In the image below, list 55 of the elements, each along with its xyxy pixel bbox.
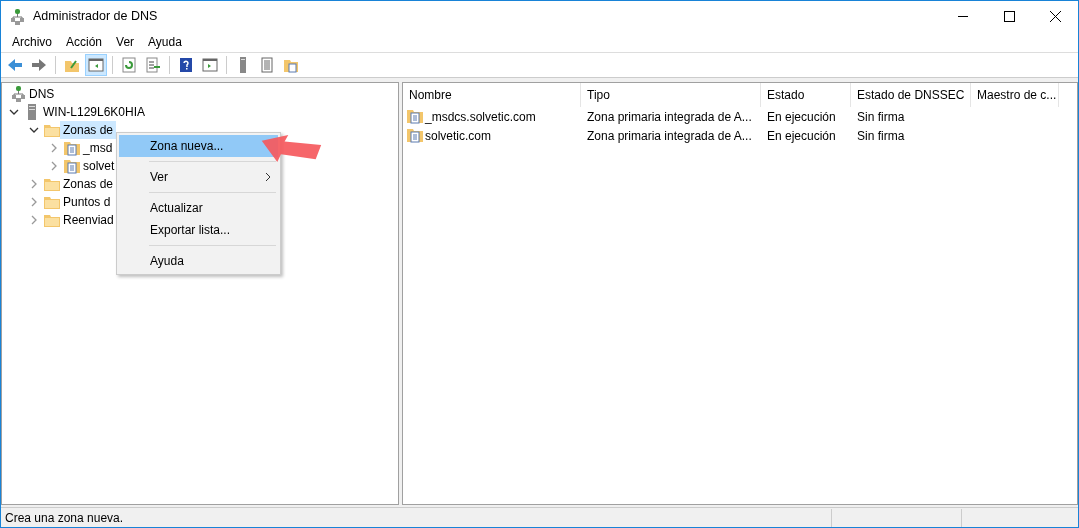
zone-icon — [407, 107, 425, 126]
table-cell-text: solvetic.com — [425, 127, 492, 145]
menu-item[interactable]: Actualizar — [119, 197, 278, 219]
action-pane-icon — [202, 57, 218, 73]
console-tree-icon — [88, 57, 104, 73]
column-header[interactable]: Estado — [761, 83, 851, 107]
folder-icon — [44, 176, 60, 192]
window-title: Administrador de DNS — [33, 8, 158, 26]
menu-item[interactable]: Acción — [59, 33, 110, 51]
tree-item[interactable]: Puntos d — [60, 193, 114, 211]
table-cell-text: _msdcs.solvetic.com — [425, 108, 536, 126]
menu-item[interactable]: Exportar lista... — [119, 219, 278, 241]
menu-item[interactable]: Ver — [119, 166, 278, 188]
zone-icon — [407, 126, 425, 145]
back-icon — [7, 57, 23, 73]
console-tree-button[interactable] — [85, 54, 107, 76]
column-header[interactable]: Maestro de c... — [971, 83, 1059, 107]
forward-icon — [31, 57, 47, 73]
tree-item[interactable]: Reenviad — [60, 211, 117, 229]
status-text: Crea una zona nueva. — [4, 509, 125, 527]
tree-item[interactable]: DNS — [26, 85, 58, 103]
folder-icon — [44, 212, 60, 228]
tree-item[interactable]: Zonas de — [60, 175, 117, 193]
folder-icon — [283, 57, 299, 73]
menu-item[interactable]: Zona nueva... — [119, 135, 278, 157]
list-icon — [259, 57, 275, 73]
table-cell: Sin firma — [857, 128, 905, 143]
tree-item[interactable]: solvet — [80, 157, 118, 175]
menu-item[interactable]: Ayuda — [141, 33, 189, 51]
menu-item[interactable]: Ayuda — [119, 250, 278, 272]
folder-icon — [44, 122, 60, 138]
column-header[interactable]: Estado de DNSSEC — [851, 83, 971, 107]
pointer-arrow — [259, 135, 323, 162]
tree-item[interactable]: WIN-L129L6K0HIA — [40, 103, 149, 121]
table-cell: En ejecución — [767, 109, 836, 124]
table-cell: Zona primaria integrada de A... — [587, 109, 752, 124]
column-header[interactable]: Nombre — [403, 83, 581, 107]
folder-icon — [44, 194, 60, 210]
tree-item[interactable]: Zonas de — [60, 121, 117, 139]
menu-item[interactable]: Archivo — [5, 33, 59, 51]
table-cell: Sin firma — [857, 109, 905, 124]
zone-icon — [64, 158, 80, 174]
refresh-icon — [121, 57, 137, 73]
table-cell: En ejecución — [767, 128, 836, 143]
tree-item[interactable]: _msd — [80, 139, 116, 157]
table-cell: Zona primaria integrada de A... — [587, 128, 752, 143]
column-header[interactable]: Tipo — [581, 83, 761, 107]
network-icon — [10, 86, 26, 102]
zone-icon — [64, 140, 80, 156]
app-icon — [9, 8, 25, 25]
export-list-icon — [145, 57, 161, 73]
close-icon — [1049, 11, 1061, 22]
menu-item[interactable]: Ver — [109, 33, 142, 51]
maximize-icon — [1003, 11, 1015, 22]
help-icon — [178, 57, 194, 73]
